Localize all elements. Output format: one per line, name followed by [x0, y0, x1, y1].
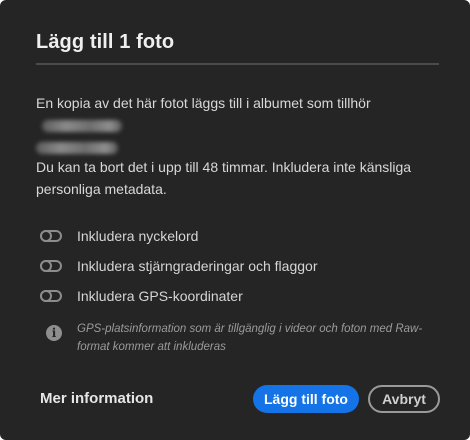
gps-info-note: GPS-platsinformation som är tillgänglig …	[77, 323, 423, 353]
removal-notice-text: Du kan ta bort det i upp till 48 timmar.…	[36, 159, 412, 197]
album-owner-label: En kopia av det här fotot läggs till i a…	[36, 95, 371, 111]
dialog-title: Lägg till 1 foto	[36, 31, 175, 53]
gps-toggle[interactable]	[40, 290, 62, 302]
toggle-knob	[40, 290, 52, 302]
add-photo-dialog: Lägg till 1 foto En kopia av det här fot…	[0, 0, 470, 440]
cancel-button[interactable]: Avbryt	[368, 385, 440, 413]
gps-toggle-label: Inkludera GPS-koordinater	[77, 288, 243, 304]
ratings-flags-toggle-label: Inkludera stjärngraderingar och flaggor	[77, 258, 318, 274]
info-icon: i	[46, 325, 62, 341]
ratings-flags-toggle[interactable]	[40, 260, 62, 272]
title-divider	[36, 63, 439, 65]
redacted-owner-name	[42, 120, 122, 133]
toggle-row-keywords[interactable]: Inkludera nyckelord	[40, 226, 198, 246]
redacted-owner-name-continued	[36, 142, 118, 155]
toggle-knob	[40, 260, 52, 272]
add-photo-button[interactable]: Lägg till foto	[253, 385, 359, 413]
album-owner-text: En kopia av det här fotot läggs till i a…	[36, 92, 436, 158]
toggle-knob	[40, 230, 52, 242]
keywords-toggle[interactable]	[40, 230, 62, 242]
toggle-row-ratings[interactable]: Inkludera stjärngraderingar och flaggor	[40, 256, 317, 276]
more-information-link[interactable]: Mer information	[40, 390, 153, 407]
keywords-toggle-label: Inkludera nyckelord	[77, 228, 199, 244]
toggle-row-gps[interactable]: Inkludera GPS-koordinater	[40, 286, 243, 306]
